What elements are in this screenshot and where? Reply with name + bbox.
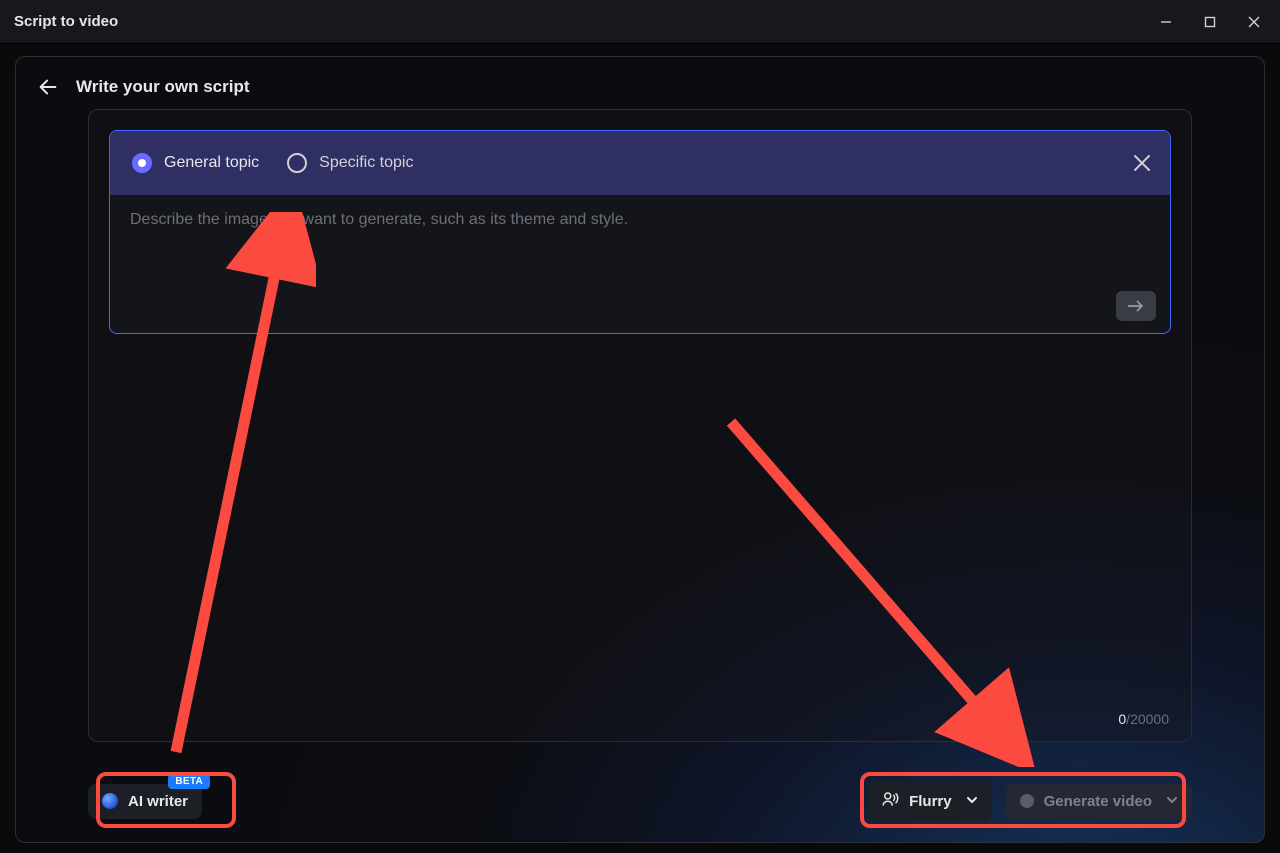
prompt-panel: General topic Specific topic Describe th… bbox=[109, 130, 1171, 334]
radio-label: Specific topic bbox=[319, 154, 413, 172]
char-count-current: 0 bbox=[1118, 711, 1126, 727]
footer-right-group: Flurry Generate video bbox=[867, 781, 1192, 821]
footer-bar: AI writer BETA Flurry Generate video bbox=[16, 760, 1264, 842]
radio-selected-icon bbox=[132, 153, 152, 173]
ai-writer-button[interactable]: AI writer bbox=[88, 784, 202, 819]
main-panel: Write your own script General topic Spec… bbox=[15, 56, 1265, 843]
radio-general-topic[interactable]: General topic bbox=[132, 153, 259, 173]
voice-label: Flurry bbox=[909, 793, 952, 810]
radio-specific-topic[interactable]: Specific topic bbox=[287, 153, 413, 173]
generate-orb-icon bbox=[1020, 794, 1034, 808]
minimize-button[interactable] bbox=[1144, 0, 1188, 44]
radio-label: General topic bbox=[164, 154, 259, 172]
submit-prompt-button[interactable] bbox=[1116, 291, 1156, 321]
app-title: Script to video bbox=[14, 13, 118, 30]
char-count-max: 20000 bbox=[1130, 711, 1169, 727]
close-prompt-button[interactable] bbox=[1128, 149, 1156, 177]
back-button[interactable] bbox=[36, 75, 60, 99]
close-window-button[interactable] bbox=[1232, 0, 1276, 44]
prompt-textarea[interactable]: Describe the image you want to generate,… bbox=[110, 195, 1170, 333]
voice-icon bbox=[881, 790, 899, 812]
generate-label: Generate video bbox=[1044, 793, 1152, 810]
voice-select-button[interactable]: Flurry bbox=[867, 781, 992, 821]
ai-writer-wrap: AI writer BETA bbox=[88, 784, 202, 819]
char-counter: 0/20000 bbox=[1118, 711, 1169, 727]
panel-header: Write your own script bbox=[16, 57, 1264, 109]
script-card: General topic Specific topic Describe th… bbox=[88, 109, 1192, 742]
maximize-button[interactable] bbox=[1188, 0, 1232, 44]
generate-video-button[interactable]: Generate video bbox=[1006, 784, 1192, 819]
page-title: Write your own script bbox=[76, 77, 250, 97]
ai-writer-label: AI writer bbox=[128, 793, 188, 810]
window-titlebar: Script to video bbox=[0, 0, 1280, 44]
ai-orb-icon bbox=[102, 793, 118, 809]
chevron-down-icon bbox=[966, 793, 978, 810]
prompt-placeholder: Describe the image you want to generate,… bbox=[130, 211, 1150, 229]
beta-badge: BETA bbox=[168, 774, 210, 789]
radio-unselected-icon bbox=[287, 153, 307, 173]
chevron-down-icon bbox=[1166, 793, 1178, 810]
topic-type-tabs: General topic Specific topic bbox=[110, 131, 1170, 195]
window-controls bbox=[1144, 0, 1276, 44]
